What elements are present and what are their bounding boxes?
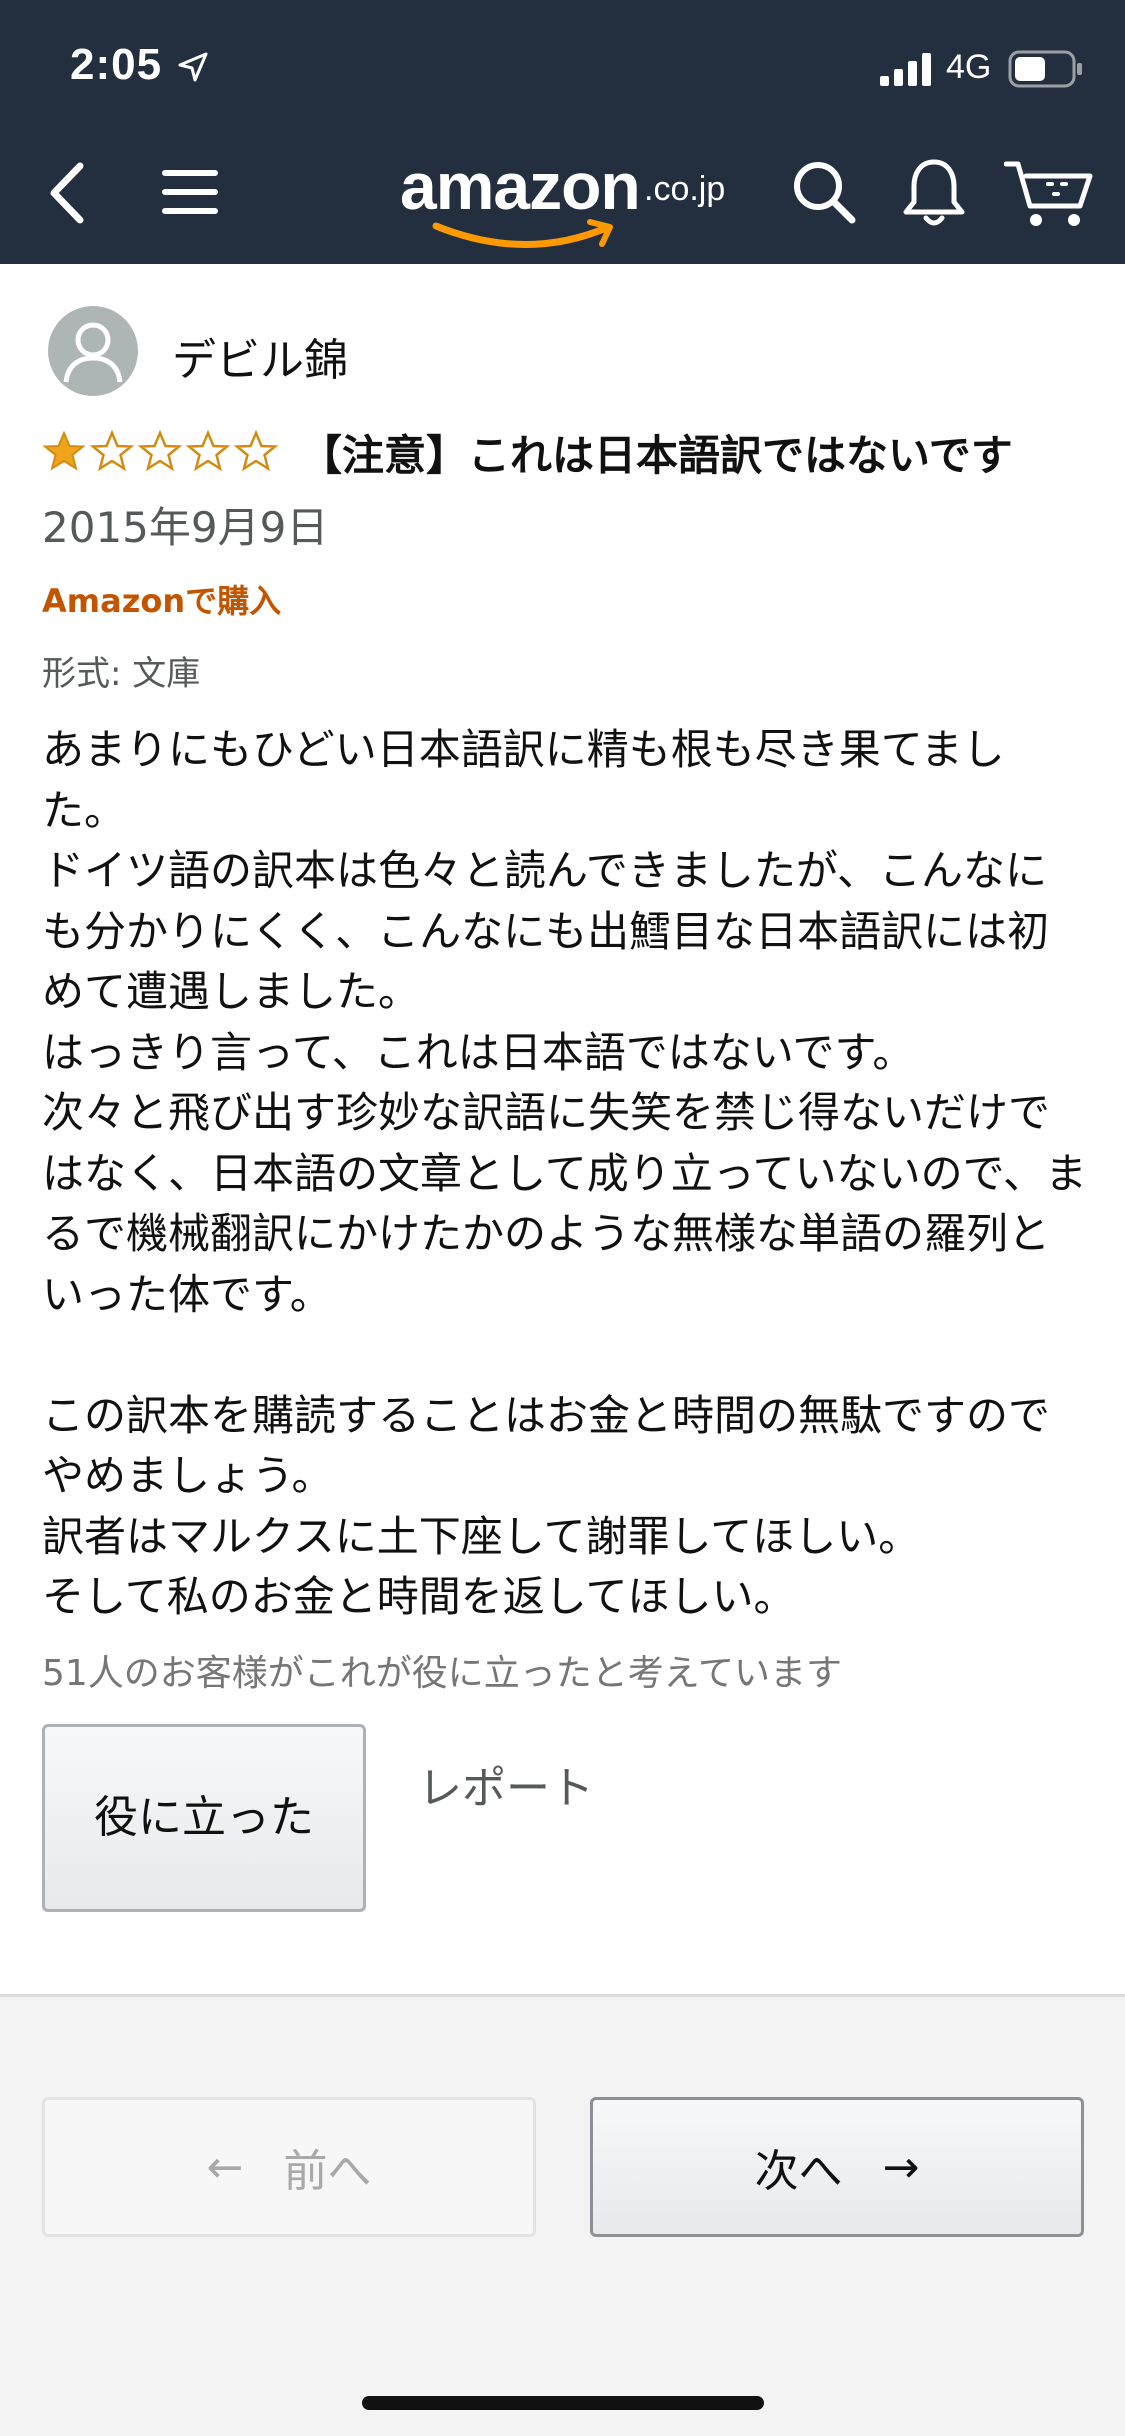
app-header: 2:05 4G amazon .co.jp [0,0,1125,264]
review-paragraph: はっきり言って、これは日本語ではないです。 [42,1027,915,1077]
review-paragraph: 訳者はマルクスに土下座して謝罪してほしい。 [42,1511,921,1561]
prev-label: 前へ [283,2146,372,2197]
avatar [48,306,138,396]
star-filled-icon [42,430,86,471]
star-rating [42,430,279,472]
bell-icon[interactable] [900,156,968,230]
logo-text: amazon [400,149,641,223]
star-empty-icon [233,430,279,472]
star-empty-icon [89,430,135,472]
arrow-right-icon: → [882,2141,920,2193]
arrow-left-icon: ← [206,2141,244,2193]
logo-tld: .co.jp [644,170,726,208]
helpful-count: 51人のお客様がこれが役に立ったと考えています [42,1653,843,1694]
review-paragraph: この訳本を購読することはお金と時間の無駄ですのでやめましょう。 [42,1390,1051,1501]
smile-arrow-icon [432,219,613,248]
location-arrow-icon [178,52,208,82]
customer-review: デビル錦 【注意】これは日本語訳ではないです 2015年9月9日 Amazonで… [0,264,1125,1994]
home-indicator[interactable] [362,2396,764,2410]
report-link[interactable]: レポート [418,1752,594,1816]
signal-bars-icon [880,53,931,86]
network-type: 4G [946,48,992,86]
back-icon[interactable] [46,160,86,226]
next-page-button[interactable]: 次へ → [590,2097,1084,2237]
review-body: あまりにもひどい日本語訳に精も根も尽き果てました。 ドイツ語の訳本は色々と読んで… [42,720,1087,1628]
review-paragraph: 次々と飛び出す珍妙な訳語に失笑を禁じ得ないだけではなく、日本語の文章として成り立… [42,1088,1087,1319]
battery-icon [1008,50,1082,88]
nav-bar: amazon .co.jp [0,130,1125,264]
review-paragraph: あまりにもひどい日本語訳に精も根も尽き果てました。 [42,725,1005,835]
review-date: 2015年9月9日 [42,503,329,552]
star-empty-icon [137,430,183,472]
pagination: ← 前へ 次へ → [0,1994,1125,2436]
amazon-logo[interactable]: amazon .co.jp [400,148,740,248]
review-title: 【注意】これは日本語訳ではないです [300,431,1013,480]
cart-icon[interactable] [1004,156,1094,230]
menu-icon[interactable] [160,166,220,218]
status-time: 2:05 [70,40,163,89]
status-bar: 2:05 4G [0,0,1125,130]
prev-page-button: ← 前へ [42,2097,536,2237]
product-format: 形式: 文庫 [42,654,201,694]
verified-purchase-badge: Amazonで購入 [42,582,282,620]
star-empty-icon [185,430,231,472]
next-label: 次へ [754,2146,843,2197]
helpful-button[interactable]: 役に立った [42,1724,366,1912]
review-paragraph: ドイツ語の訳本は色々と読んできましたが、こんなにも分かりにくく、こんなにも出鱈目… [42,846,1050,1016]
review-paragraph: そして私のお金と時間を返してほしい。 [42,1572,796,1621]
user-silhouette-icon [63,322,123,383]
reviewer-name[interactable]: デビル錦 [172,324,348,388]
search-icon[interactable] [790,158,858,226]
